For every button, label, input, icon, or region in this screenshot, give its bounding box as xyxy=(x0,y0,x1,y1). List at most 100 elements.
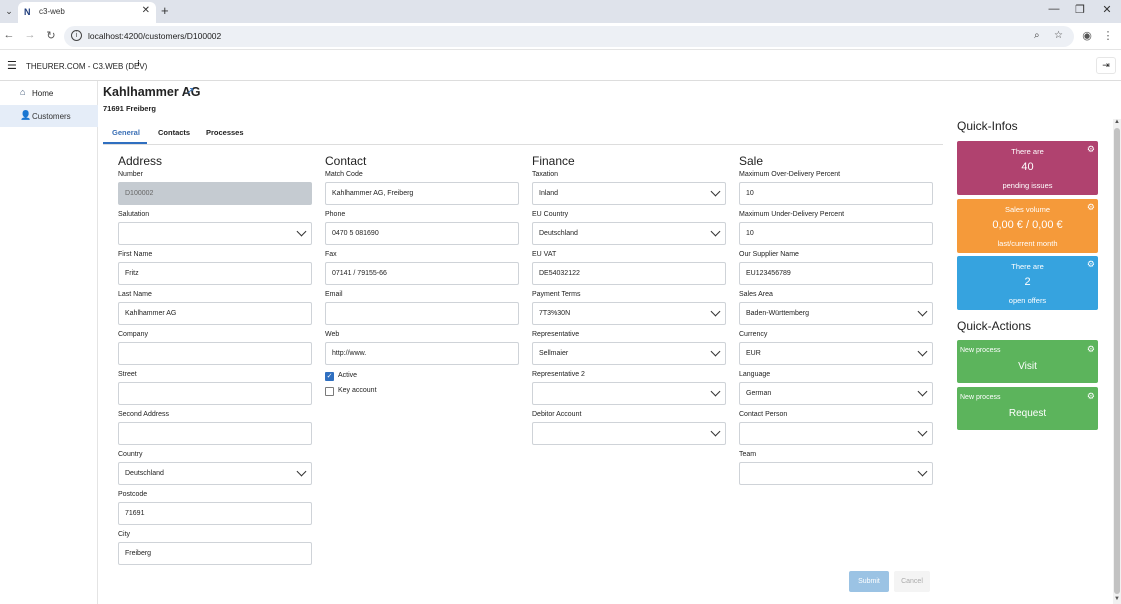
hamburger-menu-icon[interactable]: ☰ xyxy=(7,59,17,72)
representative-select[interactable]: Sellmaier xyxy=(532,342,726,365)
phone-field[interactable]: 0470 5 081690 xyxy=(325,222,519,245)
taxation-select[interactable]: Inland xyxy=(532,182,726,205)
eu-country-select[interactable]: Deutschland xyxy=(532,222,726,245)
profile-icon[interactable]: ◉ xyxy=(1080,29,1094,42)
quick-action-visit[interactable]: ⚙ New process Visit xyxy=(957,340,1098,383)
back-icon[interactable]: ← xyxy=(2,29,16,41)
street-label: Street xyxy=(118,371,137,378)
salutation-select[interactable] xyxy=(118,222,312,245)
street-field[interactable] xyxy=(118,382,312,405)
representative2-select[interactable] xyxy=(532,382,726,405)
supplier-name-field[interactable]: EU123456789 xyxy=(739,262,933,285)
site-info-icon[interactable]: i xyxy=(71,30,82,41)
match-code-field[interactable]: Kahlhammer AG, Freiberg xyxy=(325,182,519,205)
browser-menu-icon[interactable]: ⋮ xyxy=(1101,29,1115,42)
max-under-field[interactable]: 10 xyxy=(739,222,933,245)
fax-field[interactable]: 07141 / 79155-66 xyxy=(325,262,519,285)
scrollbar-thumb[interactable] xyxy=(1114,128,1120,594)
chevron-down-icon xyxy=(296,466,307,477)
restore-icon[interactable]: ❐ xyxy=(1073,3,1087,16)
quick-action-request[interactable]: ⚙ New process Request xyxy=(957,387,1098,430)
sales-area-select[interactable]: Baden-Württemberg xyxy=(739,302,933,325)
active-checkbox[interactable]: ✓ xyxy=(325,372,334,381)
sidebar-item-customers[interactable]: 👤 Customers xyxy=(0,105,98,127)
payment-terms-value: 7T3%30N xyxy=(539,310,571,317)
app-title: THEURER.COM - C3.WEB (DEV) xyxy=(26,62,148,71)
phone-value: 0470 5 081690 xyxy=(332,230,379,237)
city-field[interactable]: Freiberg xyxy=(118,542,312,565)
new-tab-icon[interactable]: + xyxy=(161,3,169,18)
bookmark-star-icon[interactable]: ☆ xyxy=(1054,30,1063,41)
tab-bar: General Contacts Processes xyxy=(103,121,943,145)
scroll-down-icon[interactable]: ▼ xyxy=(1113,596,1121,602)
sidebar-item-home[interactable]: ⌂ Home xyxy=(0,82,98,104)
contact-person-select[interactable] xyxy=(739,422,933,445)
card-line3: last/current month xyxy=(997,239,1058,248)
team-select[interactable] xyxy=(739,462,933,485)
country-select[interactable]: Deutschland xyxy=(118,462,312,485)
eu-vat-field[interactable]: DE54032122 xyxy=(532,262,726,285)
debitor-account-select[interactable] xyxy=(532,422,726,445)
quick-info-card-pending-issues[interactable]: ⚙ There are 40 pending issues xyxy=(957,141,1098,195)
web-field[interactable]: http://www. xyxy=(325,342,519,365)
language-value: German xyxy=(746,390,772,397)
sales-area-label: Sales Area xyxy=(739,291,773,298)
gear-icon[interactable]: ⚙ xyxy=(1087,344,1095,355)
max-over-field[interactable]: 10 xyxy=(739,182,933,205)
quick-info-card-open-offers[interactable]: ⚙ There are 2 open offers xyxy=(957,256,1098,310)
info-icon[interactable]: i xyxy=(133,59,144,72)
supplier-name-value: EU123456789 xyxy=(746,270,791,277)
first-name-field[interactable]: Fritz xyxy=(118,262,312,285)
home-icon: ⌂ xyxy=(20,87,26,97)
match-code-value: Kahlhammer AG, Freiberg xyxy=(332,190,414,197)
key-account-checkbox[interactable] xyxy=(325,387,334,396)
chevron-down-icon xyxy=(917,346,928,357)
tab-contacts[interactable]: Contacts xyxy=(158,128,190,137)
postcode-field[interactable]: 71691 xyxy=(118,502,312,525)
language-select[interactable]: German xyxy=(739,382,933,405)
address-bar[interactable]: i localhost:4200/customers/D100002 ⌕ ☆ xyxy=(64,26,1074,47)
currency-select[interactable]: EUR xyxy=(739,342,933,365)
second-address-field[interactable] xyxy=(118,422,312,445)
tab-general[interactable]: General xyxy=(112,128,140,137)
window-close-icon[interactable]: ✕ xyxy=(1100,3,1114,16)
web-label: Web xyxy=(325,331,340,338)
chevron-down-icon xyxy=(917,306,928,317)
customer-city-line: 71691 Freiberg xyxy=(103,104,156,113)
representative2-label: Representative 2 xyxy=(532,371,585,378)
language-label: Language xyxy=(739,371,771,378)
close-icon[interactable]: ✕ xyxy=(142,5,150,16)
forward-icon[interactable]: → xyxy=(23,29,37,41)
phone-label: Phone xyxy=(325,211,346,218)
company-field[interactable] xyxy=(118,342,312,365)
tab-processes[interactable]: Processes xyxy=(206,128,244,137)
match-code-label: Match Code xyxy=(325,171,363,178)
eu-country-label: EU Country xyxy=(532,211,569,218)
quick-info-card-sales-volume[interactable]: ⚙ Sales volume 0,00 € / 0,00 € last/curr… xyxy=(957,199,1098,253)
first-name-value: Fritz xyxy=(125,270,139,277)
reload-icon[interactable]: ↻ xyxy=(44,29,58,42)
submit-button[interactable]: Submit xyxy=(849,571,889,592)
browser-toolbar: ← → ↻ i localhost:4200/customers/D100002… xyxy=(0,23,1121,50)
gear-icon[interactable]: ⚙ xyxy=(1087,391,1095,402)
representative-value: Sellmaier xyxy=(539,350,569,357)
email-label: Email xyxy=(325,291,343,298)
last-name-field[interactable]: Kahlhammer AG xyxy=(118,302,312,325)
tab-search-icon[interactable]: ⌄ xyxy=(3,5,15,17)
minimize-icon[interactable]: — xyxy=(1047,3,1061,15)
card-value: 2 xyxy=(1024,276,1031,288)
email-field[interactable] xyxy=(325,302,519,325)
quick-action-small-label: New process xyxy=(960,394,1001,401)
quick-infos-title: Quick-Infos xyxy=(957,119,1018,133)
cancel-button[interactable]: Cancel xyxy=(894,571,930,592)
browser-tab[interactable]: N c3-web ✕ xyxy=(18,2,156,23)
postcode-label: Postcode xyxy=(118,491,148,498)
card-line1: Sales volume xyxy=(1004,205,1051,214)
section-address: Address xyxy=(118,154,163,168)
url-text[interactable]: localhost:4200/customers/D100002 xyxy=(88,31,221,41)
scroll-up-icon[interactable]: ▲ xyxy=(1113,119,1121,125)
payment-terms-select[interactable]: 7T3%30N xyxy=(532,302,726,325)
logout-button[interactable]: ⇥ xyxy=(1096,57,1116,74)
fax-label: Fax xyxy=(325,251,337,258)
zoom-icon[interactable]: ⌕ xyxy=(1034,30,1040,41)
